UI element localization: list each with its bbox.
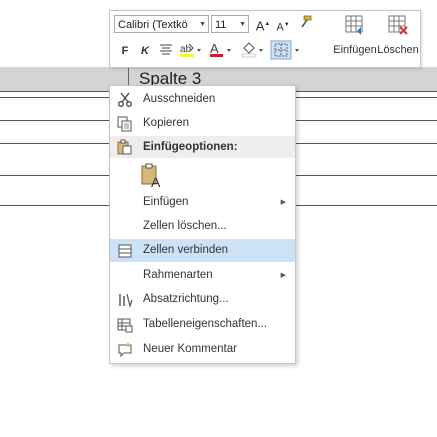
menu-item-cut[interactable]: Ausschneiden <box>110 88 295 111</box>
chevron-right-icon: ▶ <box>280 272 286 279</box>
menu-item-label: Absatzrichtung... <box>143 293 229 305</box>
insert-label: Einfügen <box>333 44 377 56</box>
shading-button[interactable] <box>240 41 266 64</box>
menu-item-table-properties[interactable]: Tabelleneigenschaften... <box>110 313 295 336</box>
menu-item-label: Zellen löschen... <box>143 220 227 232</box>
paste-keep-text-icon: A <box>141 163 161 190</box>
menu-item-text-direction[interactable]: Absatzrichtung... <box>110 288 295 311</box>
menu-item-delete-cells[interactable]: Zellen löschen... <box>110 215 295 238</box>
scissors-icon <box>116 91 133 108</box>
chevron-down-icon: ▼ <box>239 21 246 28</box>
menu-item-new-comment[interactable]: Neuer Kommentar <box>110 338 295 361</box>
mini-toolbar: Calibri (Textkö ▼ 11 ▼ A▲ A▼ Einfügen Lö… <box>109 10 421 68</box>
insert-button[interactable]: Einfügen <box>331 14 379 64</box>
menu-item-border-styles[interactable]: Rahmenarten ▶ <box>110 264 295 287</box>
font-color-button[interactable]: A <box>208 41 234 64</box>
delete-button[interactable]: Löschen <box>376 14 420 64</box>
merge-cells-icon <box>116 242 133 259</box>
delete-table-icon <box>388 15 408 35</box>
bold-button[interactable]: F <box>118 42 132 60</box>
menu-item-insert[interactable]: Einfügen ▶ <box>110 191 295 214</box>
svg-text:A: A <box>210 41 219 56</box>
paste-icon <box>116 139 132 163</box>
new-comment-icon <box>116 341 133 358</box>
table-properties-icon <box>116 316 133 333</box>
highlighter-icon: ab <box>180 43 201 57</box>
menu-item-label: Tabelleneigenschaften... <box>143 318 268 330</box>
svg-text:A: A <box>151 174 161 190</box>
paste-options-header: Einfügeoptionen: <box>110 136 295 158</box>
font-size-combo[interactable]: 11 ▼ <box>211 15 249 33</box>
shrink-font-icon: A <box>276 21 284 34</box>
chevron-right-icon: ▶ <box>280 199 286 206</box>
menu-item-label: Ausschneiden <box>143 93 216 105</box>
center-align-icon <box>160 44 172 55</box>
paste-keep-text-button[interactable]: A <box>139 162 165 190</box>
text-direction-icon <box>116 291 133 308</box>
format-painter-button[interactable] <box>297 15 313 34</box>
chevron-down-icon: ▼ <box>199 21 206 28</box>
italic-button[interactable]: K <box>138 42 152 60</box>
borders-button[interactable] <box>270 40 302 65</box>
paint-bucket-icon <box>241 42 263 58</box>
font-size-value: 11 <box>215 19 227 31</box>
format-painter-icon <box>301 15 312 28</box>
grow-font-button[interactable]: A▲ <box>255 15 271 35</box>
svg-text:ab: ab <box>180 44 192 55</box>
menu-item-label: Kopieren <box>143 117 190 129</box>
font-name-combo[interactable]: Calibri (Textkö ▼ <box>114 15 209 33</box>
menu-item-label: Neuer Kommentar <box>143 343 237 355</box>
menu-item-copy[interactable]: Kopieren <box>110 112 295 135</box>
menu-item-label: Rahmenarten <box>143 269 213 281</box>
borders-icon <box>270 40 299 60</box>
font-name-value: Calibri (Textkö <box>118 19 188 31</box>
context-menu: Ausschneiden Kopieren Einfügeoptionen: A… <box>109 85 296 364</box>
paste-options-label: Einfügeoptionen: <box>143 141 238 153</box>
shrink-font-button[interactable]: A▼ <box>276 16 290 37</box>
font-color-icon: A <box>210 41 231 57</box>
delete-label: Löschen <box>377 44 419 56</box>
menu-item-merge-cells[interactable]: Zellen verbinden <box>110 239 295 262</box>
menu-item-label: Zellen verbinden <box>143 244 229 256</box>
menu-item-label: Einfügen <box>143 196 189 208</box>
center-align-button[interactable] <box>158 42 174 60</box>
insert-table-icon <box>345 15 363 35</box>
highlight-color-button[interactable]: ab <box>178 41 204 64</box>
copy-icon <box>116 115 133 132</box>
